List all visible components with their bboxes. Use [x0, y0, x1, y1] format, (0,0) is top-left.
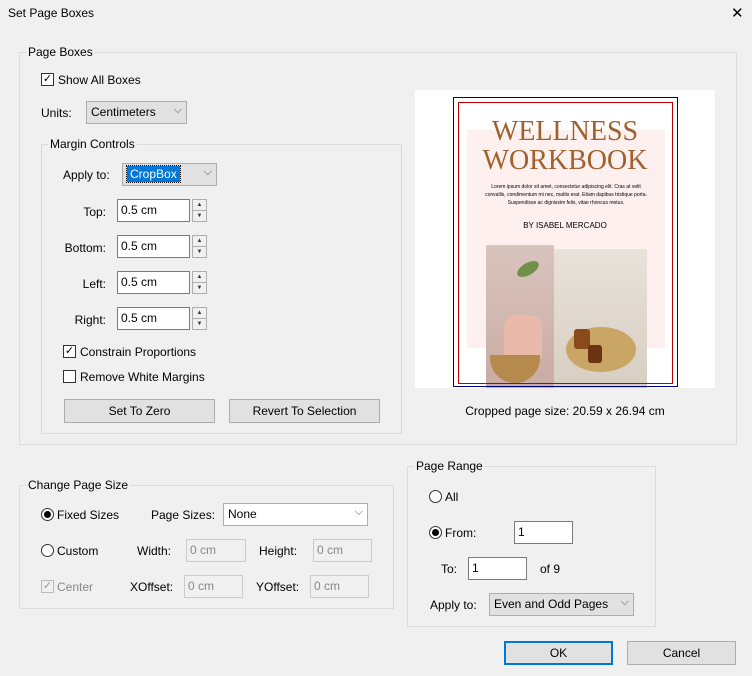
apply-to-label: Apply to: [63, 168, 110, 182]
fixed-sizes-label: Fixed Sizes [57, 508, 120, 522]
set-to-zero-button[interactable]: Set To Zero [64, 399, 215, 423]
units-select[interactable]: Centimeters ⌵ [86, 101, 187, 124]
ok-button[interactable]: OK [504, 641, 613, 665]
spin-down-icon[interactable]: ▼ [193, 211, 206, 222]
left-label: Left: [82, 277, 106, 291]
top-input[interactable]: 0.5 cm [117, 199, 190, 222]
right-label: Right: [74, 313, 106, 327]
spin-up-icon[interactable]: ▲ [193, 308, 206, 319]
right-input[interactable]: 0.5 cm [117, 307, 190, 330]
spin-down-icon[interactable]: ▼ [193, 319, 206, 330]
units-value: Centimeters [91, 105, 156, 119]
to-input[interactable]: 1 [468, 557, 527, 580]
page-sizes-select[interactable]: None ⌵ [223, 503, 368, 526]
dialog-title: Set Page Boxes [8, 6, 95, 20]
custom-radio[interactable] [41, 544, 54, 557]
constrain-proportions-checkbox[interactable]: ✓ [63, 345, 76, 358]
constrain-proportions-label: Constrain Proportions [80, 345, 197, 359]
custom-label: Custom [57, 544, 99, 558]
spin-down-icon[interactable]: ▼ [193, 247, 206, 258]
chevron-down-icon: ⌵ [203, 166, 212, 178]
spin-up-icon[interactable]: ▲ [193, 236, 206, 247]
from-input[interactable]: 1 [514, 521, 573, 544]
fixed-sizes-radio[interactable] [41, 508, 54, 521]
width-label: Width: [137, 544, 172, 558]
all-pages-label: All [445, 490, 459, 504]
cropped-page-size: Cropped page size: 20.59 x 26.94 cm [465, 404, 665, 418]
center-label: Center [57, 580, 94, 594]
show-all-boxes-checkbox[interactable]: ✓ [41, 73, 54, 86]
page-boxes-legend: Page Boxes [26, 45, 95, 59]
width-input[interactable]: 0 cm [186, 539, 246, 562]
bottom-label: Bottom: [64, 241, 106, 255]
chevron-down-icon: ⌵ [173, 104, 182, 116]
chevron-down-icon: ⌵ [354, 506, 363, 518]
range-apply-to-label: Apply to: [430, 598, 477, 612]
page-sizes-value: None [228, 507, 257, 521]
chevron-down-icon: ⌵ [620, 596, 629, 608]
page-preview: WELLNESS WORKBOOK Lorem ipsum dolor sit a… [415, 90, 715, 388]
yoffset-label: YOffset: [256, 580, 300, 594]
to-label: To: [441, 562, 458, 576]
range-apply-to-value: Even and Odd Pages [494, 597, 609, 611]
change-page-size-legend: Change Page Size [26, 478, 131, 492]
page-sizes-label: Page Sizes: [151, 508, 216, 522]
bottom-spinner[interactable]: ▲ ▼ [192, 235, 207, 258]
apply-to-select[interactable]: CropBox ⌵ [122, 163, 217, 186]
height-label: Height: [259, 544, 298, 558]
margin-controls-legend: Margin Controls [48, 137, 137, 151]
all-pages-radio[interactable] [429, 490, 442, 503]
bottom-input[interactable]: 0.5 cm [117, 235, 190, 258]
yoffset-input[interactable]: 0 cm [310, 575, 369, 598]
xoffset-input[interactable]: 0 cm [184, 575, 243, 598]
xoffset-label: XOffset: [130, 580, 174, 594]
cancel-button[interactable]: Cancel [627, 641, 736, 665]
top-label: Top: [83, 205, 106, 219]
close-icon[interactable]: ✕ [731, 4, 744, 22]
from-label: From: [445, 526, 477, 540]
spin-up-icon[interactable]: ▲ [193, 200, 206, 211]
spin-down-icon[interactable]: ▼ [193, 283, 206, 294]
units-label: Units: [41, 106, 72, 120]
dialog: Set Page Boxes ✕ Page Boxes ✓ Show All B… [0, 0, 752, 676]
cropbox-outline [458, 102, 673, 384]
top-spinner[interactable]: ▲ ▼ [192, 199, 207, 222]
center-checkbox[interactable]: ✓ [41, 580, 54, 593]
page-range-legend: Page Range [414, 459, 485, 473]
revert-to-selection-button[interactable]: Revert To Selection [229, 399, 380, 423]
from-radio[interactable] [429, 526, 442, 539]
show-all-boxes-label: Show All Boxes [58, 73, 141, 87]
remove-white-margins-checkbox[interactable] [63, 370, 76, 383]
remove-white-margins-label: Remove White Margins [80, 370, 205, 384]
range-apply-to-select[interactable]: Even and Odd Pages ⌵ [489, 593, 634, 616]
left-spinner[interactable]: ▲ ▼ [192, 271, 207, 294]
left-input[interactable]: 0.5 cm [117, 271, 190, 294]
page-count: of 9 [540, 562, 561, 576]
apply-to-value: CropBox [126, 165, 181, 183]
height-input[interactable]: 0 cm [313, 539, 372, 562]
spin-up-icon[interactable]: ▲ [193, 272, 206, 283]
right-spinner[interactable]: ▲ ▼ [192, 307, 207, 330]
